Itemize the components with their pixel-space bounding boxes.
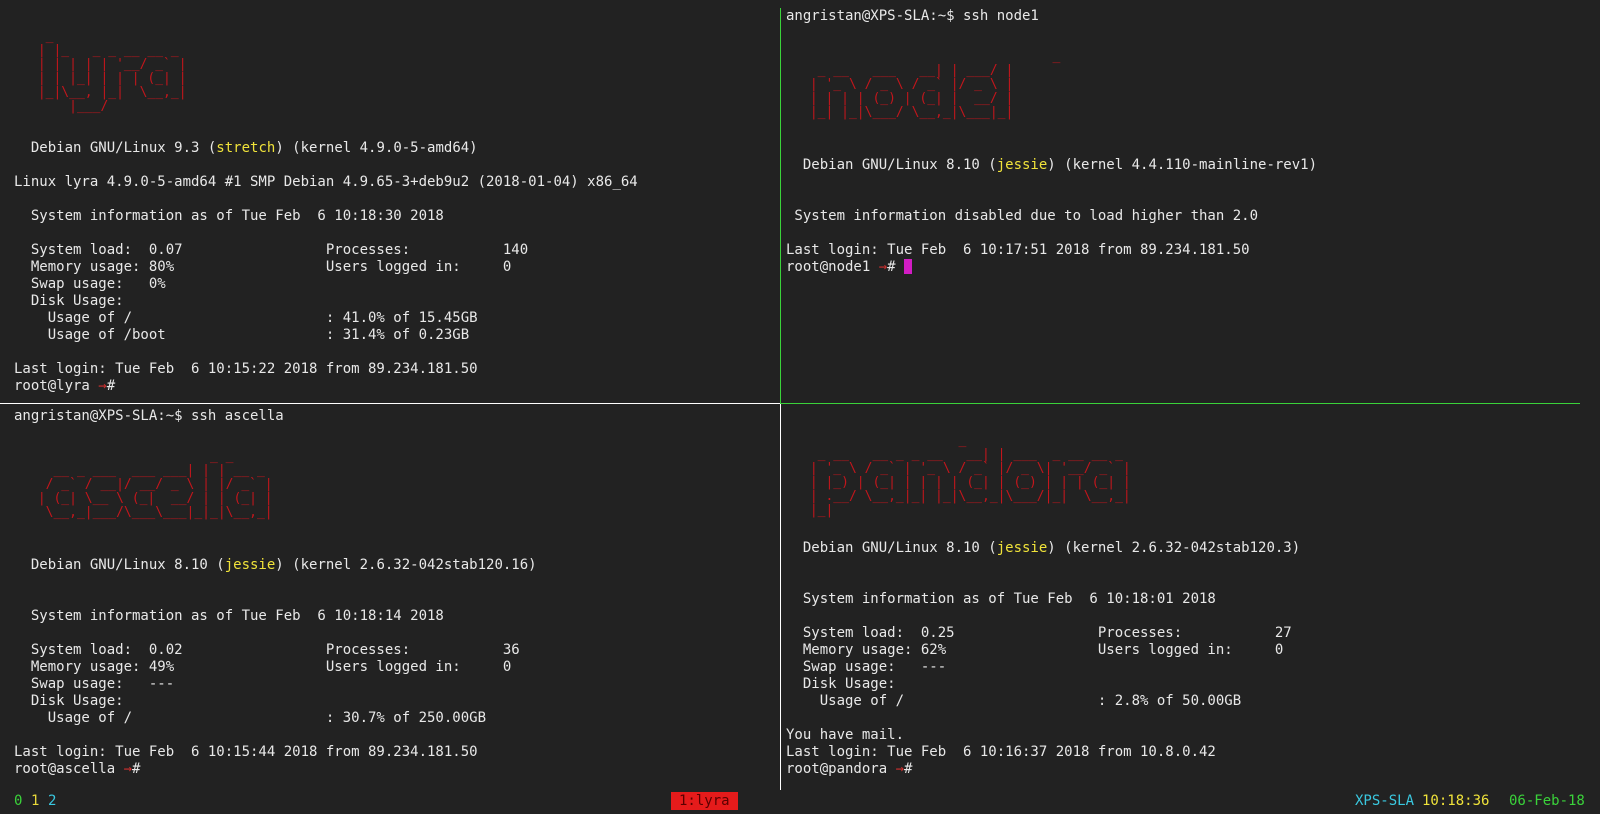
lyra-stat-line: Usage of / : 41.0% of 15.45GB <box>14 310 478 326</box>
window-tab-0[interactable]: 0 <box>14 792 22 810</box>
pane-divider-vertical-top[interactable] <box>780 8 781 403</box>
terminal-cursor <box>904 259 913 274</box>
lyra-sysinfo-header: System information as of Tue Feb 6 10:18… <box>14 208 444 224</box>
prompt-arrow-icon: → <box>878 259 888 275</box>
node1-codename: jessie <box>996 157 1048 173</box>
ascella-ssh-command: angristan@XPS-SLA:~$ ssh ascella <box>14 408 284 424</box>
status-time: 10:18:36 <box>1422 793 1490 809</box>
node1-prompt[interactable]: root@node1 →# <box>786 259 1317 276</box>
ascella-ascii-logo: _ _ __ _ ___ ___ ___| | | __ _ / _` / __… <box>37 449 273 520</box>
pandora-ascii-logo: _ _ __ __ _ _ __ __| | ___ _ __ __ _ | '… <box>809 433 1131 518</box>
pandora-stat-line: Swap usage: --- <box>786 659 947 675</box>
lyra-uname: Linux lyra 4.9.0-5-amd64 #1 SMP Debian 4… <box>14 174 638 190</box>
lyra-stat-line: Usage of /boot : 31.4% of 0.23GB <box>14 327 470 343</box>
pane-pandora[interactable]: _ _ __ __ _ _ __ __| | ___ _ __ __ _ | '… <box>786 408 1586 790</box>
pandora-last-login: Last login: Tue Feb 6 10:16:37 2018 from… <box>786 744 1216 760</box>
pane-ascella[interactable]: angristan@XPS-SLA:~$ ssh ascella _ _ __ … <box>14 408 774 790</box>
window-tab-1[interactable]: 1 <box>31 792 39 810</box>
status-hostname: XPS-SLA <box>1355 793 1415 809</box>
ascella-stat-line: System load: 0.02 Processes: 36 <box>14 642 520 658</box>
ascella-prompt[interactable]: root@ascella →# <box>14 761 537 778</box>
lyra-stat-line: Disk Usage: <box>14 293 124 309</box>
prompt-arrow-icon: → <box>895 761 905 777</box>
ascella-stat-line: Usage of / : 30.7% of 250.00GB <box>14 710 487 726</box>
status-date: 06-Feb-18 <box>1509 793 1585 809</box>
lyra-stat-line: Swap usage: 0% <box>14 276 166 292</box>
lyra-prompt[interactable]: root@lyra →# <box>14 378 638 395</box>
lyra-ascii-logo: _ | |_ _ _ __ __ _ | | | | | '__/ _` | |… <box>37 29 187 114</box>
lyra-distro-line: Debian GNU/Linux 9.3 (stretch) (kernel 4… <box>14 140 478 156</box>
node1-last-login: Last login: Tue Feb 6 10:17:51 2018 from… <box>786 242 1250 258</box>
node1-ascii-logo: _ _ __ ___ __| | ___/ | | '_ \ / _ \ / _… <box>809 49 1061 120</box>
ascella-stat-line: Swap usage: --- <box>14 676 175 692</box>
active-window-label[interactable]: 1:lyra <box>671 792 738 810</box>
ascella-sysinfo-header: System information as of Tue Feb 6 10:18… <box>14 608 444 624</box>
pandora-codename: jessie <box>996 540 1048 556</box>
pane-node1[interactable]: angristan@XPS-SLA:~$ ssh node1 _ _ __ __… <box>786 8 1586 398</box>
pandora-stat-line: System load: 0.25 Processes: 27 <box>786 625 1292 641</box>
lyra-codename: stretch <box>216 140 276 156</box>
prompt-arrow-icon: → <box>98 378 107 394</box>
lyra-stat-line: System load: 0.07 Processes: 140 <box>14 242 529 258</box>
pane-divider-vertical-bottom[interactable] <box>780 404 781 790</box>
lyra-last-login: Last login: Tue Feb 6 10:15:22 2018 from… <box>14 361 478 377</box>
node1-sysinfo-message: System information disabled due to load … <box>786 208 1259 224</box>
pandora-stat-line: Disk Usage: <box>786 676 896 692</box>
pane-divider-horizontal-left[interactable] <box>0 403 780 404</box>
ascella-stat-line: Disk Usage: <box>14 693 124 709</box>
window-tab-2[interactable]: 2 <box>48 792 56 810</box>
pandora-stat-line: Usage of / : 2.8% of 50.00GB <box>786 693 1242 709</box>
pandora-mail-notice: You have mail. <box>786 727 905 743</box>
lyra-stat-line: Memory usage: 80% Users logged in: 0 <box>14 259 512 275</box>
pandora-distro-line: Debian GNU/Linux 8.10 (jessie) (kernel 2… <box>786 540 1301 556</box>
pandora-sysinfo-header: System information as of Tue Feb 6 10:18… <box>786 591 1216 607</box>
prompt-arrow-icon: → <box>123 761 133 777</box>
pandora-stat-line: Memory usage: 62% Users logged in: 0 <box>786 642 1284 658</box>
pandora-prompt[interactable]: root@pandora →# <box>786 761 1300 778</box>
ascella-stat-line: Memory usage: 49% Users logged in: 0 <box>14 659 512 675</box>
node1-ssh-command: angristan@XPS-SLA:~$ ssh node1 <box>786 8 1039 24</box>
pane-lyra[interactable]: _ | |_ _ _ __ __ _ | | | | | '__/ _` | |… <box>14 8 774 398</box>
ascella-last-login: Last login: Tue Feb 6 10:15:44 2018 from… <box>14 744 478 760</box>
ascella-codename: jessie <box>224 557 276 573</box>
tmux-status-bar: 0 1 2 1:lyra XPS-SLA 10:18:36 06-Feb-18 <box>0 792 1600 810</box>
ascella-distro-line: Debian GNU/Linux 8.10 (jessie) (kernel 2… <box>14 557 537 573</box>
node1-distro-line: Debian GNU/Linux 8.10 (jessie) (kernel 4… <box>786 157 1318 173</box>
pane-divider-horizontal-right[interactable] <box>780 403 1580 404</box>
